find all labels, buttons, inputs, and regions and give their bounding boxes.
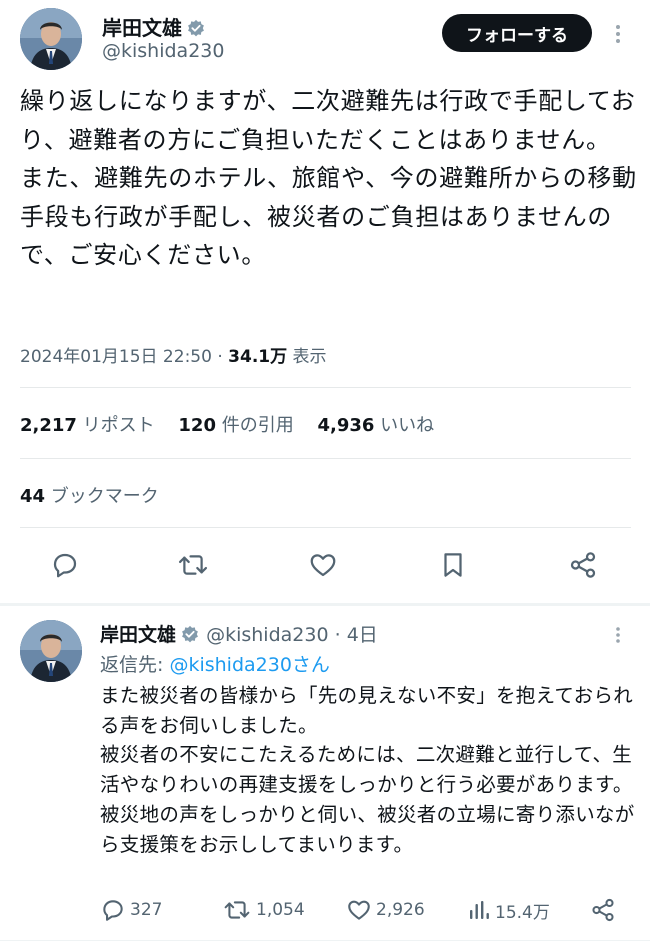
bookmarks-stat[interactable]: 44 ブックマーク xyxy=(20,482,159,508)
timestamp[interactable]: 2024年01月15日 22:50 xyxy=(20,347,212,367)
follow-button[interactable]: フォローする xyxy=(442,14,592,52)
main-tweet: 岸田文雄 @kishida230 フォローする 繰り返しになりますが、二次避難先… xyxy=(0,0,650,603)
views-label: 表示 xyxy=(292,347,327,367)
reposts-stat[interactable]: 2,217 リポスト xyxy=(20,415,155,436)
quotes-stat[interactable]: 120 件の引用 xyxy=(178,415,293,436)
views-icon xyxy=(470,901,489,919)
reply-to: 返信先: @kishida230さん xyxy=(100,650,330,677)
reply-icon xyxy=(53,553,77,578)
views-count: 34.1万 xyxy=(228,347,288,367)
retweet-icon xyxy=(178,555,208,575)
reply-retweet-button[interactable]: 1,054 xyxy=(222,896,305,924)
reply-likes-count: 2,926 xyxy=(376,900,425,920)
reply-icon xyxy=(103,900,123,921)
reply-like-button[interactable]: 2,926 xyxy=(346,896,425,924)
author-handle[interactable]: @kishida230 xyxy=(102,40,224,62)
reply-to-link[interactable]: @kishida230さん xyxy=(169,654,329,676)
divider xyxy=(20,458,631,459)
avatar[interactable] xyxy=(20,8,82,70)
divider xyxy=(0,940,650,941)
reply-share-button[interactable] xyxy=(590,896,620,924)
divider xyxy=(20,527,631,528)
reply-replies-count: 327 xyxy=(130,900,163,920)
meta-separator: · xyxy=(217,347,223,367)
likes-stat[interactable]: 4,936 いいね xyxy=(317,415,434,436)
reply-header: 岸田文雄 @kishida230 · 4日 xyxy=(100,620,378,647)
avatar[interactable] xyxy=(20,620,82,682)
share-button[interactable] xyxy=(566,548,600,582)
likes-count: 4,936 xyxy=(317,415,375,436)
reply-text: また被災者の皆様から「先の見えない不安」を抱えておられる声をお伺いしました。 被… xyxy=(100,684,635,856)
bookmarks-label: ブックマーク xyxy=(50,486,159,507)
quotes-count: 120 xyxy=(178,415,216,436)
quotes-label: 件の引用 xyxy=(221,415,294,436)
reply-author-handle[interactable]: @kishida230 xyxy=(206,624,328,646)
bookmark-button[interactable] xyxy=(436,548,470,582)
reply-views-button[interactable]: 15.4万 xyxy=(467,896,550,924)
reposts-count: 2,217 xyxy=(20,415,77,436)
tweet-text: 繰り返しになりますが、二次避難先は行政で手配しており、避難者の方にご負担いただく… xyxy=(20,87,637,269)
more-icon[interactable] xyxy=(610,624,626,646)
reply-views-count: 15.4万 xyxy=(495,902,550,923)
author-name[interactable]: 岸田文雄 xyxy=(102,12,206,41)
reply-retweets-count: 1,054 xyxy=(256,900,305,920)
retweet-icon xyxy=(224,901,250,919)
bookmark-icon xyxy=(444,553,462,577)
reply-button[interactable] xyxy=(48,548,82,582)
author-name-text: 岸田文雄 xyxy=(102,16,182,40)
like-icon xyxy=(310,554,336,577)
divider xyxy=(20,387,631,388)
share-icon xyxy=(592,898,614,922)
engagement-stats: 2,217 リポスト 120 件の引用 4,936 いいね xyxy=(20,411,452,437)
reply-reply-button[interactable]: 327 xyxy=(100,896,162,924)
thread-separator xyxy=(0,603,650,606)
reply-author-name[interactable]: 岸田文雄 xyxy=(100,624,176,646)
likes-label: いいね xyxy=(380,415,435,436)
like-icon xyxy=(348,900,370,920)
reply-separator: · xyxy=(334,624,341,646)
tweet-meta: 2024年01月15日 22:50 · 34.1万 表示 xyxy=(20,342,327,367)
reply-age[interactable]: 4日 xyxy=(347,624,378,646)
retweet-button[interactable] xyxy=(176,548,210,582)
bookmarks-count: 44 xyxy=(20,486,46,507)
more-icon[interactable] xyxy=(608,20,628,48)
verified-icon xyxy=(182,625,198,643)
reply-to-label: 返信先: xyxy=(100,654,164,676)
verified-icon xyxy=(188,19,204,37)
like-button[interactable] xyxy=(306,548,340,582)
reposts-label: リポスト xyxy=(82,415,155,436)
share-icon xyxy=(570,552,596,578)
